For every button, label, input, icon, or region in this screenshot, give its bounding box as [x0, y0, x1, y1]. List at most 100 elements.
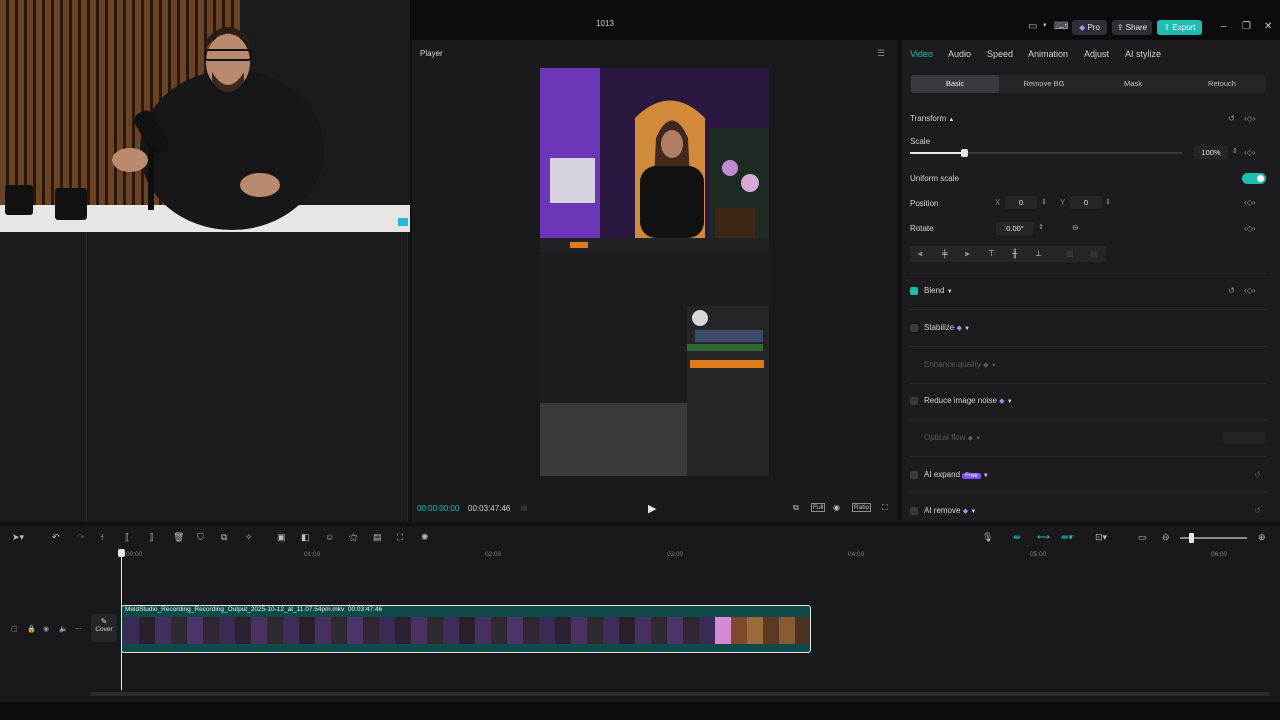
mirror-icon[interactable]: ◧: [301, 532, 310, 543]
reset-icon[interactable]: ↺: [1228, 286, 1235, 295]
align-center-h-icon[interactable]: ╪: [942, 249, 948, 258]
tab-speed[interactable]: Speed: [987, 49, 1013, 59]
rotate-input[interactable]: 0.00°: [996, 222, 1034, 235]
split-icon[interactable]: ⟊: [101, 532, 103, 543]
zoom-slider-handle[interactable]: [1189, 533, 1194, 543]
share-icon: ⇪: [1116, 23, 1124, 32]
timeline-scrollbar[interactable]: [90, 692, 1270, 696]
snapshot-icon[interactable]: ◉: [833, 503, 840, 512]
align-right-icon[interactable]: ⫸: [965, 249, 970, 259]
more-icon[interactable]: ⋯: [75, 625, 82, 633]
magic-wand-icon[interactable]: ⚝: [349, 532, 358, 543]
keyframe-icon[interactable]: ‹◇›: [1244, 224, 1255, 233]
ruler-label: 00:00: [126, 551, 143, 558]
webcam-overlay: [0, 0, 410, 232]
reduce-noise-checkbox[interactable]: [910, 397, 918, 405]
ai-remove-checkbox[interactable]: [910, 507, 918, 515]
trim-right-icon[interactable]: ⟧: [149, 532, 153, 543]
effect-icon[interactable]: ✺: [421, 532, 429, 543]
align-center-v-icon[interactable]: ╫: [1012, 249, 1018, 258]
stepper-icon[interactable]: ⇕: [1041, 198, 1047, 206]
keyframe-icon[interactable]: ‹◇›: [1244, 286, 1255, 295]
tab-adjust[interactable]: Adjust: [1084, 49, 1109, 59]
microphone-icon[interactable]: 🎙: [982, 532, 993, 543]
zoom-in-icon[interactable]: ⊕: [1258, 532, 1266, 543]
select-tool-icon[interactable]: ➤▾: [12, 532, 24, 543]
blend-checkbox[interactable]: [910, 287, 918, 295]
keyframe-nav-icon[interactable]: ‹◇›: [1244, 114, 1255, 123]
stabilize-checkbox[interactable]: [910, 324, 918, 332]
fullscreen-icon[interactable]: ⛶: [882, 503, 888, 513]
transform-header[interactable]: Transform ▲: [910, 114, 954, 123]
export-button[interactable]: ⇧ Export: [1157, 20, 1202, 35]
reduce-noise-header[interactable]: Reduce image noise ◆ ▼: [924, 396, 1013, 405]
blend-header[interactable]: Blend ▼: [924, 286, 953, 295]
undo-icon[interactable]: ↶: [52, 532, 60, 543]
ai-tool-icon[interactable]: ✧: [245, 532, 253, 543]
cover-button[interactable]: ✎ Cover: [91, 614, 117, 642]
divider: [910, 456, 1266, 457]
shield-icon[interactable]: ⛉: [197, 532, 204, 543]
pos-x-input[interactable]: 0: [1005, 196, 1037, 209]
keyframe-icon[interactable]: ‹◇›: [1244, 148, 1255, 157]
tab-video[interactable]: Video: [910, 49, 933, 59]
zoom-out-icon[interactable]: ⊖: [1162, 532, 1170, 543]
pos-y-input[interactable]: 0: [1070, 196, 1102, 209]
tab-animation[interactable]: Animation: [1028, 49, 1068, 59]
align-top-icon[interactable]: ⊤: [988, 249, 995, 258]
minimize-icon[interactable]: –: [1221, 21, 1227, 32]
ratio-button[interactable]: Ratio: [852, 503, 872, 512]
crop-icon[interactable]: ⧉: [221, 532, 227, 543]
subtab-mask[interactable]: Mask: [1089, 75, 1177, 93]
subtab-retouch[interactable]: Retouch: [1178, 75, 1266, 93]
magnet-icon[interactable]: ⟷: [1037, 532, 1050, 543]
tab-audio[interactable]: Audio: [948, 49, 971, 59]
scale-slider-handle[interactable]: [961, 149, 969, 157]
freeze-icon[interactable]: ▣: [277, 532, 286, 543]
subtitle-icon[interactable]: ▤: [373, 532, 382, 543]
eye-icon[interactable]: ◉: [43, 625, 49, 633]
keyboard-icon[interactable]: ⌨: [1054, 21, 1068, 32]
restore-icon[interactable]: ❐: [1242, 21, 1251, 32]
pro-button[interactable]: ◆ Pro: [1072, 20, 1107, 35]
subtab-remove-bg[interactable]: Remove BG: [1000, 75, 1088, 93]
subtab-basic[interactable]: Basic: [911, 75, 999, 93]
crop-icon[interactable]: ⧉: [793, 503, 799, 513]
marker-icon[interactable]: ▦: [520, 503, 528, 512]
caption-icon[interactable]: ▭: [1138, 532, 1147, 543]
playhead-handle[interactable]: [118, 549, 125, 557]
tab-ai-stylize[interactable]: AI stylize: [1125, 49, 1161, 59]
image-icon[interactable]: ⛶: [397, 532, 403, 543]
delete-icon[interactable]: 🗑: [173, 532, 184, 543]
full-quality-button[interactable]: Full: [811, 503, 826, 512]
ai-remove-header[interactable]: AI remove ◆ ▼: [924, 506, 976, 515]
stepper-icon[interactable]: ⇕: [1038, 223, 1044, 231]
flip-icon[interactable]: ⊖: [1072, 223, 1079, 232]
snap-icon[interactable]: ⇹▾: [1061, 532, 1073, 543]
stepper-icon[interactable]: ⇕: [1232, 147, 1238, 155]
play-button[interactable]: ▶: [648, 502, 656, 515]
ai-expand-header[interactable]: AI expand Free ▼: [924, 470, 989, 479]
lock-icon[interactable]: 🔒: [27, 625, 36, 633]
menu-icon[interactable]: ☰: [877, 48, 885, 59]
person-icon[interactable]: ☺: [325, 532, 334, 542]
align-bottom-icon[interactable]: ⊥: [1035, 249, 1042, 258]
trim-left-icon[interactable]: ⟦: [125, 532, 129, 543]
close-icon[interactable]: ✕: [1264, 21, 1272, 32]
scale-value[interactable]: 100%: [1194, 146, 1228, 159]
share-button[interactable]: ⇪ Share: [1112, 20, 1152, 35]
preview-axis-icon[interactable]: ⊡▾: [1095, 532, 1107, 543]
stabilize-header[interactable]: Stabilize ◆ ▼: [924, 323, 970, 332]
video-preview[interactable]: [540, 68, 769, 476]
track-toggle-icon[interactable]: ▢: [11, 625, 18, 633]
keyframe-icon[interactable]: ‹◇›: [1244, 198, 1255, 207]
chevron-down-icon[interactable]: ▾: [1043, 21, 1047, 29]
ai-expand-checkbox[interactable]: [910, 471, 918, 479]
align-left-icon[interactable]: ⫷: [918, 249, 923, 259]
layout-icon[interactable]: ▭: [1028, 21, 1037, 32]
stepper-icon[interactable]: ⇕: [1105, 198, 1111, 206]
reset-icon[interactable]: ↺: [1228, 114, 1235, 123]
speaker-icon[interactable]: 🔈: [59, 625, 68, 633]
ruler-label: 04:00: [848, 551, 865, 558]
link-icon[interactable]: ⇹: [1013, 532, 1021, 543]
